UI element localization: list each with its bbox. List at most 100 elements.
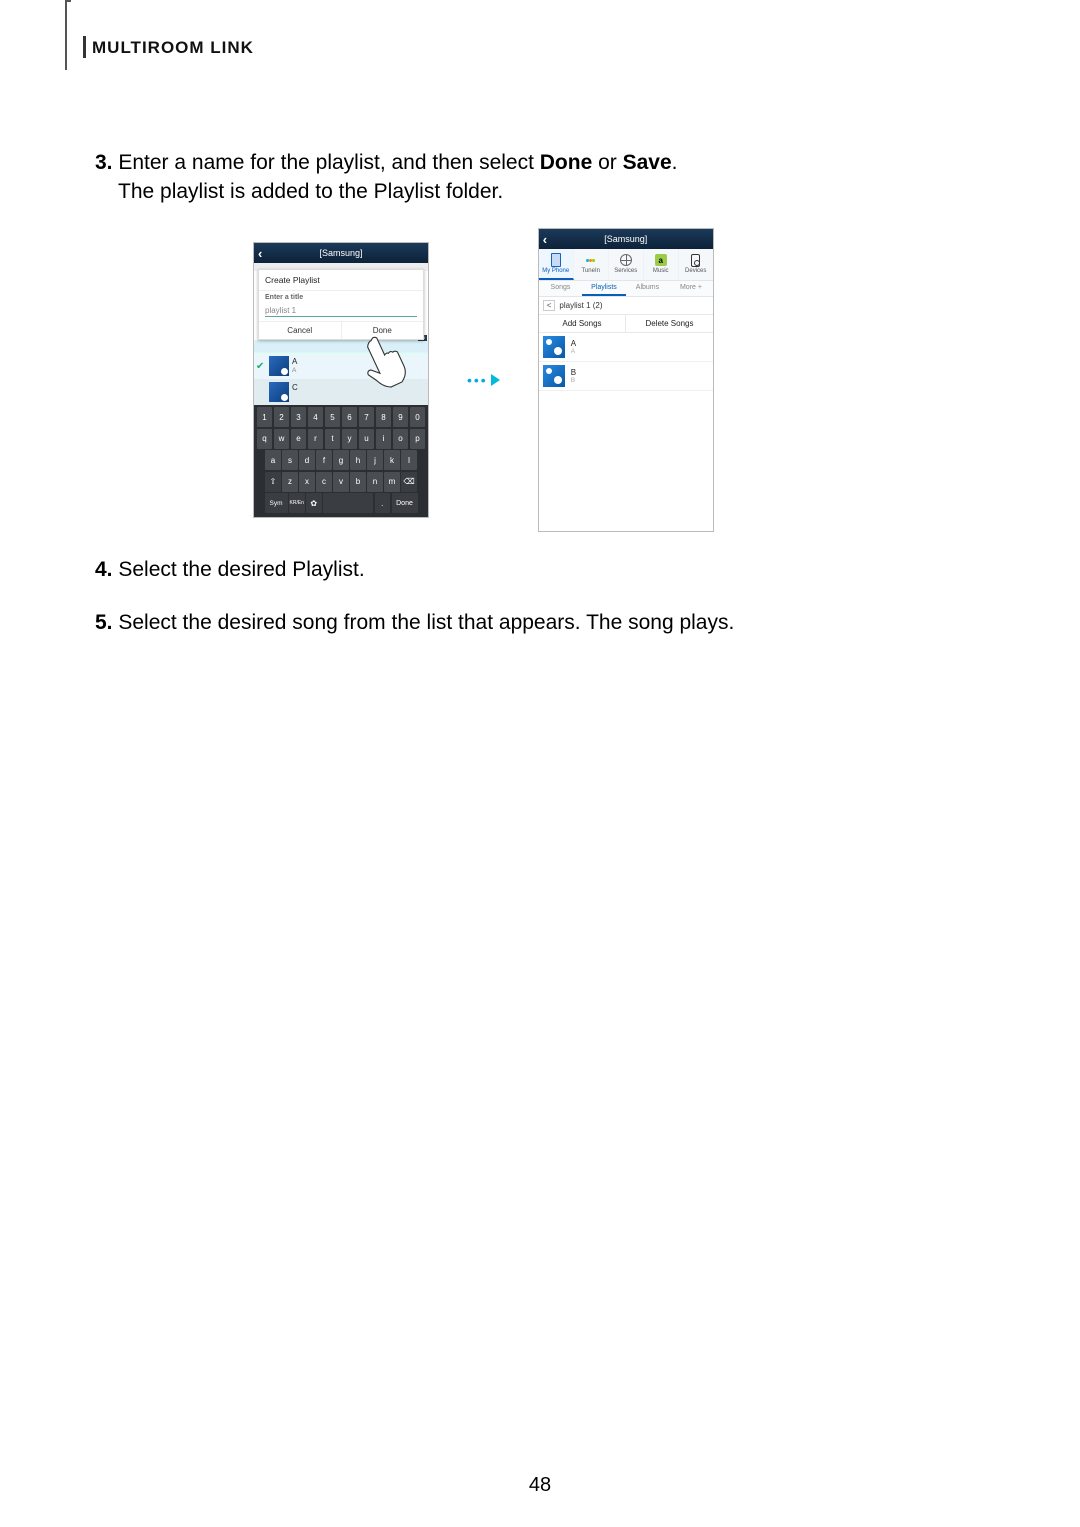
dialog-subtitle: Enter a title [259,291,423,304]
song-c-title: C [292,384,298,393]
tab-songs[interactable]: Songs [539,281,583,296]
phone2-header: ‹ [Samsung] [539,229,713,249]
key-6[interactable]: 6 [342,407,358,427]
step-3-end: . [672,151,678,174]
playlist-song-a[interactable]: AA [539,333,713,362]
step-3-line1a: Enter a name for the playlist, and then … [118,151,539,174]
key-h[interactable]: h [350,450,366,470]
step-4-number: 4. [95,558,113,581]
step-4-text: Select the desired Playlist. [118,558,364,581]
phone1-title: [Samsung] [272,248,410,258]
key-s[interactable]: s [282,450,298,470]
breadcrumb-back-icon[interactable]: < [543,300,556,311]
key-settings[interactable]: ✿ [306,493,322,513]
key-m[interactable]: m [384,472,400,492]
back-icon[interactable]: ‹ [543,232,557,247]
margin-rule-horizontal [65,0,71,2]
playlist-song-b[interactable]: BB [539,362,713,391]
key-k[interactable]: k [384,450,400,470]
song-c-sub [292,393,298,400]
key-t[interactable]: t [325,429,341,449]
key-j[interactable]: j [367,450,383,470]
tab-more[interactable]: More + [669,281,713,296]
phone2-title: [Samsung] [557,234,695,244]
dialog-title: Create Playlist [259,270,423,291]
step-3-number: 3. [95,151,113,174]
phone-icon [551,253,561,267]
song-a-title: A [292,358,297,367]
key-b[interactable]: b [350,472,366,492]
cancel-button[interactable]: Cancel [259,322,342,339]
key-7[interactable]: 7 [359,407,375,427]
source-music[interactable]: aMusic [644,249,679,280]
tab-playlists[interactable]: Playlists [582,281,626,296]
key-z[interactable]: z [282,472,298,492]
breadcrumb: < playlist 1 (2) [539,297,713,315]
step-5: 5. Select the desired song from the list… [95,608,734,637]
source-tunein[interactable]: TuneIn [574,249,609,280]
key-c[interactable]: c [316,472,332,492]
key-o[interactable]: o [393,429,409,449]
key-sym[interactable]: Sym [265,493,288,513]
key-f[interactable]: f [316,450,332,470]
tab-albums[interactable]: Albums [626,281,670,296]
delete-songs-button[interactable]: Delete Songs [626,315,713,332]
key-g[interactable]: g [333,450,349,470]
key-q[interactable]: q [257,429,273,449]
key-w[interactable]: w [274,429,290,449]
key-9[interactable]: 9 [393,407,409,427]
key-lang[interactable]: KR/En [289,493,305,513]
key-l[interactable]: l [401,450,417,470]
song-b-title: B [571,369,576,377]
key-p[interactable]: p [410,429,426,449]
key-r[interactable]: r [308,429,324,449]
album-art-icon [543,336,565,358]
key-0[interactable]: 0 [410,407,426,427]
globe-icon [620,254,632,266]
key-shift[interactable]: ⇧ [265,472,281,492]
source-tabs: My Phone TuneIn Services aMusic Devices [539,249,713,281]
key-n[interactable]: n [367,472,383,492]
step-3-line2: The playlist is added to the Playlist fo… [118,177,503,206]
key-y[interactable]: y [342,429,358,449]
key-5[interactable]: 5 [325,407,341,427]
screenshot-playlist-view: ‹ [Samsung] My Phone TuneIn Services aMu… [538,228,714,532]
key-2[interactable]: 2 [274,407,290,427]
key-1[interactable]: 1 [257,407,273,427]
source-myphone[interactable]: My Phone [539,249,574,280]
category-tabs: Songs Playlists Albums More + [539,281,713,297]
page-number: 48 [0,1474,1080,1497]
playlist-name-input[interactable]: playlist 1 [265,306,417,317]
transition-arrow-icon: ••• [459,372,508,388]
back-icon[interactable]: ‹ [258,246,272,261]
key-done[interactable]: Done [392,493,418,513]
key-3[interactable]: 3 [291,407,307,427]
key-4[interactable]: 4 [308,407,324,427]
key-x[interactable]: x [299,472,315,492]
onscreen-keyboard[interactable]: 1 2 3 4 5 6 7 8 9 0 q w e r t y u i o [254,405,428,517]
key-dot[interactable]: . [375,493,391,513]
key-8[interactable]: 8 [376,407,392,427]
step-3-mid: or [592,151,622,174]
tunein-icon [586,259,595,262]
key-i[interactable]: i [376,429,392,449]
phone2-empty-area [539,391,713,531]
key-v[interactable]: v [333,472,349,492]
source-services[interactable]: Services [609,249,644,280]
speaker-icon [691,254,700,267]
key-a[interactable]: a [265,450,281,470]
key-e[interactable]: e [291,429,307,449]
margin-rule-vertical [65,0,67,70]
album-art-icon [543,365,565,387]
key-d[interactable]: d [299,450,315,470]
screenshots-row: ‹ [Samsung] Create Playlist Enter a titl… [253,228,714,532]
screenshot-create-playlist: ‹ [Samsung] Create Playlist Enter a titl… [253,242,429,518]
source-devices[interactable]: Devices [679,249,713,280]
key-space[interactable] [323,493,373,513]
key-u[interactable]: u [359,429,375,449]
key-backspace[interactable]: ⌫ [401,472,417,492]
song-b-sub: B [571,377,576,384]
playlist-actions: Add Songs Delete Songs [539,315,713,333]
check-icon: ✔ [256,361,266,372]
add-songs-button[interactable]: Add Songs [539,315,627,332]
